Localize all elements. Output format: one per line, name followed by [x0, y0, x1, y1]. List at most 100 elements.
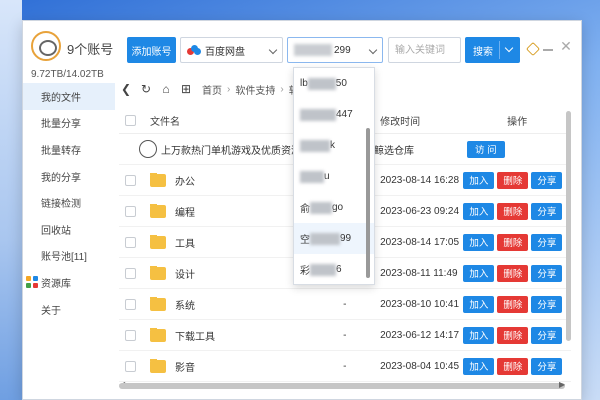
option-suffix: go — [332, 202, 344, 213]
table-row[interactable]: 系统 - 2023-08-10 10:41 加入 删除 分享 — [119, 289, 571, 320]
row-checkbox[interactable] — [125, 267, 136, 279]
sidebar-item-resource-library[interactable]: 资源库 — [23, 269, 115, 296]
back-icon[interactable]: ❮ — [119, 82, 133, 96]
account-dropdown: lb 50 447 k u 俞 go 空 99 彩 6 — [293, 67, 375, 285]
option-prefix: 彩 — [300, 266, 310, 277]
search-options-chevron-icon[interactable] — [504, 43, 514, 53]
modified-time: 2023-08-11 11:49 — [380, 267, 458, 279]
delete-button[interactable]: 删除 — [497, 171, 529, 189]
share-button[interactable]: 分享 — [531, 171, 563, 189]
modified-time: 2023-06-23 09:24 — [380, 205, 460, 217]
file-name-text: 系统 — [175, 300, 195, 312]
account-select-suffix: 299 — [334, 44, 351, 56]
add-button[interactable]: 加入 — [463, 202, 495, 220]
sidebar-item-batch-share[interactable]: 批量分享 — [23, 110, 115, 137]
refresh-icon[interactable]: ↻ — [139, 82, 153, 96]
add-button[interactable]: 加入 — [463, 264, 495, 282]
resource-name: 上万款热门单机游戏及优质资源 — [139, 140, 302, 158]
scroll-right-icon[interactable]: ▶ — [559, 380, 565, 389]
row-checkbox[interactable] — [125, 360, 136, 372]
sidebar-item-my-files[interactable]: 我的文件 — [23, 83, 115, 110]
dropdown-account-option[interactable]: 空 99 — [294, 223, 374, 254]
add-account-button[interactable]: 添加账号 — [127, 37, 176, 63]
row-actions: 加入 删除 分享 — [463, 295, 571, 313]
dropdown-account-option[interactable]: lb 50 — [294, 68, 374, 99]
row-checkbox[interactable] — [125, 174, 136, 186]
sidebar-item-label: 回收站 — [41, 225, 71, 237]
pin-icon[interactable] — [525, 41, 541, 57]
file-name-text: 工具 — [175, 238, 195, 250]
breadcrumb-software-support[interactable]: 软件支持 — [235, 82, 275, 97]
dropdown-account-option[interactable]: 彩6 — [294, 254, 374, 285]
file-name: 设计 — [150, 265, 310, 281]
dropdown-scrollbar[interactable] — [366, 128, 370, 278]
modified-time: 2023-08-10 10:41 — [380, 298, 460, 310]
search-button[interactable]: 搜索 — [465, 37, 520, 63]
option-suffix: u — [324, 171, 330, 182]
home-icon[interactable]: ⌂ — [159, 82, 173, 96]
sidebar-item-label: 批量转存 — [41, 145, 81, 157]
storage-usage: 9.72TB/14.02TB — [31, 69, 104, 80]
sidebar-item-link-check[interactable]: 链接检测 — [23, 189, 115, 216]
row-checkbox[interactable] — [125, 298, 136, 310]
dropdown-account-option[interactable]: k — [294, 130, 374, 161]
table-row[interactable]: 下载工具 - 2023-06-12 14:17 加入 删除 分享 — [119, 320, 571, 351]
folder-icon — [150, 234, 166, 249]
cloud-icon — [187, 45, 201, 55]
share-button[interactable]: 分享 — [531, 357, 563, 375]
row-actions: 加入 删除 分享 — [463, 264, 571, 282]
file-name: 系统 — [150, 296, 310, 312]
delete-button[interactable]: 删除 — [497, 326, 529, 344]
dropdown-account-option[interactable]: u — [294, 161, 374, 192]
delete-button[interactable]: 删除 — [497, 264, 529, 282]
sidebar-item-recycle-bin[interactable]: 回收站 — [23, 216, 115, 243]
share-button[interactable]: 分享 — [531, 326, 563, 344]
delete-button[interactable]: 删除 — [497, 202, 529, 220]
horizontal-scrollbar[interactable] — [119, 383, 565, 389]
modified-time: 2023-06-12 14:17 — [380, 329, 460, 341]
visit-button[interactable]: 访 问 — [467, 140, 505, 158]
row-checkbox[interactable] — [125, 329, 136, 341]
blurred-account-name — [310, 263, 336, 276]
sidebar-item-account-pool[interactable]: 账号池[11] — [23, 243, 115, 270]
add-button[interactable]: 加入 — [463, 326, 495, 344]
dropdown-account-option[interactable]: 俞 go — [294, 192, 374, 223]
select-all-checkbox[interactable] — [125, 115, 136, 126]
share-button[interactable]: 分享 — [531, 202, 563, 220]
share-button[interactable]: 分享 — [531, 264, 563, 282]
add-button[interactable]: 加入 — [463, 233, 495, 251]
share-button[interactable]: 分享 — [531, 295, 563, 313]
sidebar-item-label: 链接检测 — [41, 199, 81, 211]
new-folder-icon[interactable]: ⊞ — [179, 82, 193, 96]
minimize-icon[interactable] — [543, 49, 553, 51]
folder-icon — [150, 327, 166, 342]
delete-button[interactable]: 删除 — [497, 233, 529, 251]
file-name: 编程 — [150, 203, 310, 219]
add-button[interactable]: 加入 — [463, 171, 495, 189]
search-input[interactable] — [388, 37, 461, 63]
sidebar-item-label: 关于 — [41, 305, 61, 317]
share-button[interactable]: 分享 — [531, 233, 563, 251]
dropdown-account-option[interactable]: 447 — [294, 99, 374, 130]
modified-time: 2023-08-14 16:28 — [380, 174, 460, 186]
file-name-text: 设计 — [175, 269, 195, 281]
table-row[interactable]: 影音 - 2023-08-04 10:45 加入 删除 分享 — [119, 351, 571, 382]
delete-button[interactable]: 删除 — [497, 295, 529, 313]
account-select[interactable]: 299 — [287, 37, 383, 63]
blurred-account-name — [300, 170, 324, 183]
close-icon[interactable]: ✕ — [559, 39, 573, 53]
resource-grid-icon — [26, 276, 38, 289]
breadcrumb-home[interactable]: 首页 — [202, 82, 222, 97]
blurred-account-name — [307, 77, 336, 90]
sidebar-item-my-shares[interactable]: 我的分享 — [23, 163, 115, 190]
drive-select[interactable]: 百度网盘 — [180, 37, 283, 63]
add-button[interactable]: 加入 — [463, 357, 495, 375]
row-actions: 加入 删除 分享 — [463, 202, 571, 220]
vertical-scrollbar[interactable] — [566, 111, 571, 341]
row-checkbox[interactable] — [125, 236, 136, 248]
sidebar-item-batch-transfer[interactable]: 批量转存 — [23, 136, 115, 163]
delete-button[interactable]: 删除 — [497, 357, 529, 375]
add-button[interactable]: 加入 — [463, 295, 495, 313]
row-checkbox[interactable] — [125, 205, 136, 217]
sidebar-item-about[interactable]: 关于 — [23, 296, 115, 323]
